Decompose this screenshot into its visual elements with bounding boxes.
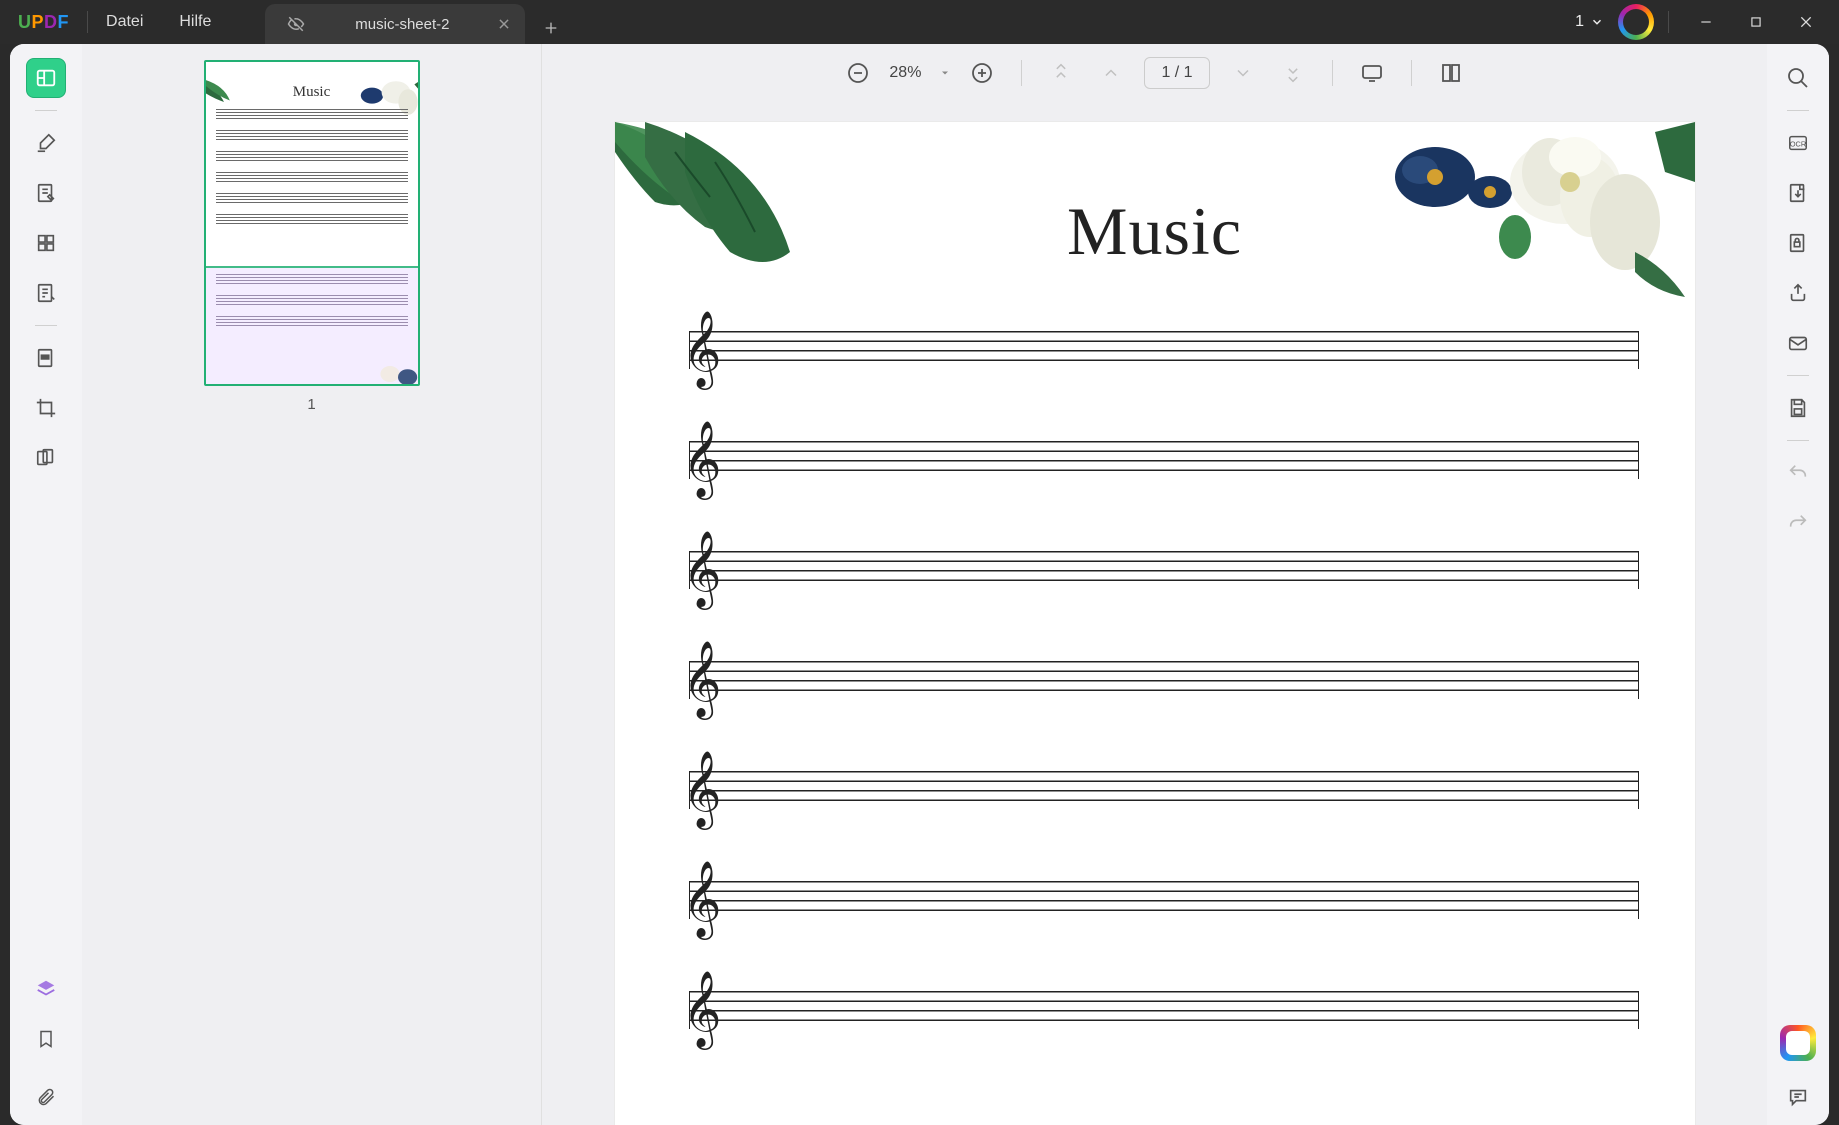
next-page-button[interactable] (1226, 56, 1260, 90)
presentation-button[interactable] (1355, 56, 1389, 90)
staff-lines (689, 991, 1639, 1029)
page-indicator-input[interactable]: 1 / 1 (1144, 57, 1209, 89)
thumbnail-page-number: 1 (307, 396, 315, 413)
title-bar-right: 1 (1575, 0, 1839, 44)
treble-clef-icon: 𝄞 (683, 427, 722, 493)
treble-clef-icon: 𝄞 (683, 537, 722, 603)
undo-button[interactable] (1778, 453, 1818, 493)
search-button[interactable] (1778, 58, 1818, 98)
page-thumbnail[interactable]: Music (204, 60, 420, 386)
thumbnail-title: Music (206, 84, 418, 101)
treble-clef-icon: 𝄞 (683, 317, 722, 383)
staff-lines (689, 881, 1639, 919)
chevron-down-icon (1590, 15, 1604, 29)
first-page-button[interactable] (1044, 56, 1078, 90)
staff-lines (689, 661, 1639, 699)
maximize-button[interactable] (1733, 0, 1779, 44)
new-tab-button[interactable] (533, 12, 569, 44)
page-layout-button[interactable] (1434, 56, 1468, 90)
separator (1787, 375, 1809, 376)
page-organize-tool[interactable] (26, 223, 66, 263)
document-page: Music 𝄞𝄞𝄞𝄞𝄞𝄞𝄞 (615, 122, 1695, 1125)
zoom-out-button[interactable] (841, 56, 875, 90)
thumbnail-panel: Music 1 (82, 44, 542, 1125)
treble-clef-icon: 𝄞 (683, 867, 722, 933)
music-staff: 𝄞 (671, 441, 1639, 479)
flower-decoration-icon (366, 350, 420, 386)
music-staff: 𝄞 (671, 881, 1639, 919)
thumbnail-viewport-indicator (206, 266, 418, 386)
redact-tool[interactable] (26, 338, 66, 378)
separator (1787, 110, 1809, 111)
separator (1787, 440, 1809, 441)
minimize-button[interactable] (1683, 0, 1729, 44)
chevron-down-icon (939, 67, 951, 79)
separator (35, 110, 57, 111)
attachment-tool[interactable] (26, 1077, 66, 1117)
user-avatar[interactable] (1618, 4, 1654, 40)
music-staff: 𝄞 (671, 331, 1639, 369)
eye-off-icon (287, 15, 305, 33)
separator (1332, 60, 1333, 86)
right-toolbar: OCR (1767, 44, 1829, 1125)
last-page-button[interactable] (1276, 56, 1310, 90)
redo-button[interactable] (1778, 503, 1818, 543)
comments-button[interactable] (1778, 1077, 1818, 1117)
protect-button[interactable] (1778, 223, 1818, 263)
tab-strip: music-sheet-2 (265, 0, 569, 44)
view-toolbar: 28% 1 / 1 (542, 44, 1767, 102)
separator (87, 11, 88, 33)
treble-clef-icon: 𝄞 (683, 757, 722, 823)
document-viewer: 28% 1 / 1 (542, 44, 1767, 1125)
ai-assistant-button[interactable] (1780, 1025, 1816, 1061)
separator (35, 325, 57, 326)
menu-help[interactable]: Hilfe (179, 13, 211, 31)
crop-tool[interactable] (26, 388, 66, 428)
svg-text:OCR: OCR (1790, 140, 1806, 149)
layers-tool[interactable] (26, 969, 66, 1009)
separator (1668, 11, 1669, 33)
email-button[interactable] (1778, 323, 1818, 363)
zoom-in-button[interactable] (965, 56, 999, 90)
highlight-tool[interactable] (26, 123, 66, 163)
tab-active[interactable]: music-sheet-2 (265, 4, 525, 44)
ocr-button[interactable]: OCR (1778, 123, 1818, 163)
zoom-controls: 28% (841, 56, 999, 90)
music-staff: 𝄞 (671, 551, 1639, 589)
document-title: Music (615, 192, 1695, 271)
separator (1411, 60, 1412, 86)
staff-lines (689, 331, 1639, 369)
music-staff: 𝄞 (671, 661, 1639, 699)
app-body: Music 1 28 (10, 44, 1829, 1125)
treble-clef-icon: 𝄞 (683, 977, 722, 1043)
thumbnails-tool[interactable] (26, 58, 66, 98)
compare-tool[interactable] (26, 438, 66, 478)
bookmark-tool[interactable] (26, 1019, 66, 1059)
save-button[interactable] (1778, 388, 1818, 428)
app-logo: UPDF (18, 12, 69, 33)
separator (1021, 60, 1022, 86)
left-toolbar (10, 44, 82, 1125)
zoom-dropdown[interactable]: 28% (883, 64, 957, 82)
recent-files-dropdown[interactable]: 1 (1575, 13, 1604, 31)
convert-button[interactable] (1778, 173, 1818, 213)
staff-lines (689, 551, 1639, 589)
form-tool[interactable] (26, 273, 66, 313)
music-staff: 𝄞 (671, 771, 1639, 809)
tab-title: music-sheet-2 (321, 16, 483, 33)
menu-file[interactable]: Datei (106, 13, 143, 31)
staff-lines (689, 441, 1639, 479)
edit-text-tool[interactable] (26, 173, 66, 213)
music-staves: 𝄞𝄞𝄞𝄞𝄞𝄞𝄞 (671, 331, 1639, 1029)
share-button[interactable] (1778, 273, 1818, 313)
staff-lines (689, 771, 1639, 809)
page-scroll-area[interactable]: Music 𝄞𝄞𝄞𝄞𝄞𝄞𝄞 (542, 102, 1767, 1125)
treble-clef-icon: 𝄞 (683, 647, 722, 713)
prev-page-button[interactable] (1094, 56, 1128, 90)
title-bar: UPDF Datei Hilfe music-sheet-2 1 (0, 0, 1839, 44)
close-icon[interactable] (497, 17, 511, 31)
close-window-button[interactable] (1783, 0, 1829, 44)
music-staff: 𝄞 (671, 991, 1639, 1029)
